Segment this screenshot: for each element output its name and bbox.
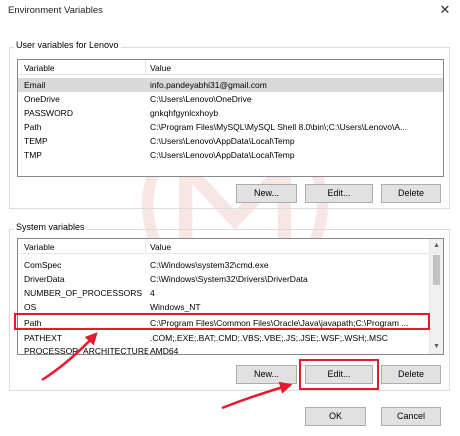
column-header-variable[interactable]: Variable bbox=[24, 63, 55, 73]
scrollbar-thumb[interactable] bbox=[433, 255, 440, 285]
user-row-email[interactable]: Email info.pandeyabhi31@gmail.com bbox=[18, 78, 443, 92]
user-edit-button[interactable]: Edit... bbox=[305, 184, 373, 203]
system-row-driverdata[interactable]: DriverData C:\Windows\System32\Drivers\D… bbox=[18, 272, 443, 286]
user-variables-label: User variables for Lenovo bbox=[14, 40, 121, 50]
cancel-button[interactable]: Cancel bbox=[381, 407, 441, 426]
ok-button[interactable]: OK bbox=[305, 407, 366, 426]
user-row-password[interactable]: PASSWORD gnkqhfgynlcxhoyb bbox=[18, 106, 443, 120]
system-variables-label: System variables bbox=[14, 222, 87, 232]
system-list-header: Variable Value bbox=[18, 239, 443, 254]
system-row-comspec[interactable]: ComSpec C:\Windows\system32\cmd.exe bbox=[18, 258, 443, 272]
title-bar: Environment Variables ✕ bbox=[0, 0, 460, 22]
user-list-header: Variable Value bbox=[18, 60, 443, 75]
user-delete-button[interactable]: Delete bbox=[381, 184, 441, 203]
close-icon[interactable]: ✕ bbox=[438, 3, 452, 17]
column-header-value[interactable]: Value bbox=[150, 63, 171, 73]
window-title: Environment Variables bbox=[8, 5, 103, 16]
user-variables-list[interactable]: Variable Value Email info.pandeyabhi31@g… bbox=[17, 59, 444, 177]
user-row-path[interactable]: Path C:\Program Files\MySQL\MySQL Shell … bbox=[18, 120, 443, 134]
system-variables-list[interactable]: Variable Value ComSpec C:\Windows\system… bbox=[17, 238, 444, 355]
system-row-pathext[interactable]: PATHEXT .COM;.EXE;.BAT;.CMD;.VBS;.VBE;.J… bbox=[18, 331, 443, 345]
scroll-down-icon[interactable]: ▼ bbox=[430, 341, 443, 353]
system-new-button[interactable]: New... bbox=[236, 365, 297, 384]
system-delete-button[interactable]: Delete bbox=[381, 365, 441, 384]
user-row-tmp[interactable]: TMP C:\Users\Lenovo\AppData\Local\Temp bbox=[18, 148, 443, 162]
system-list-scrollbar[interactable]: ▲ ▼ bbox=[429, 239, 443, 354]
scroll-up-icon[interactable]: ▲ bbox=[430, 240, 443, 252]
column-header-variable[interactable]: Variable bbox=[24, 242, 55, 252]
system-row-number-of-processors[interactable]: NUMBER_OF_PROCESSORS 4 bbox=[18, 286, 443, 300]
system-row-os[interactable]: OS Windows_NT bbox=[18, 300, 443, 314]
column-header-value[interactable]: Value bbox=[150, 242, 171, 252]
user-row-onedrive[interactable]: OneDrive C:\Users\Lenovo\OneDrive bbox=[18, 92, 443, 106]
system-row-processor-architecture[interactable]: PROCESSOR_ARCHITECTURE AMD64 bbox=[18, 344, 443, 354]
system-row-path[interactable]: Path C:\Program Files\Common Files\Oracl… bbox=[18, 316, 443, 330]
user-new-button[interactable]: New... bbox=[236, 184, 297, 203]
system-edit-button[interactable]: Edit... bbox=[305, 365, 373, 384]
user-row-temp[interactable]: TEMP C:\Users\Lenovo\AppData\Local\Temp bbox=[18, 134, 443, 148]
